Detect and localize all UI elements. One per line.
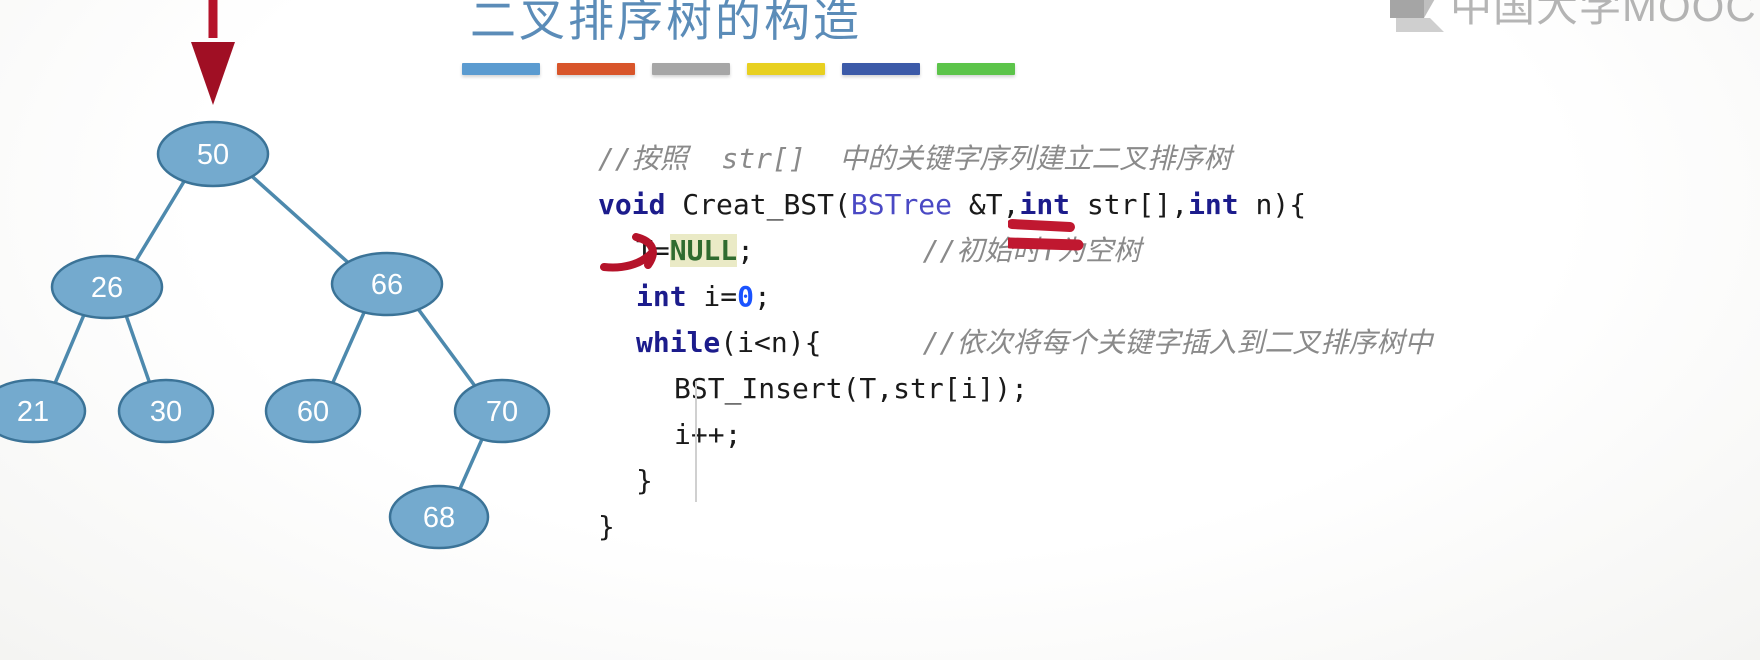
- right-arrow-annotation: [600, 233, 657, 272]
- tree-edge: [330, 308, 368, 386]
- mooc-watermark: 中国大学MOOC: [1390, 0, 1757, 32]
- tree-node-26: 26: [50, 254, 164, 320]
- code-token-lit: 0: [737, 280, 755, 313]
- rule-bar-4: [747, 63, 825, 75]
- code-token-plain: i=: [686, 280, 738, 313]
- rule-bar-5: [842, 63, 920, 75]
- tree-node-label: 60: [297, 396, 329, 428]
- tree-node-label: 66: [371, 269, 403, 301]
- cube-logo-icon: [1390, 0, 1444, 32]
- code-token-plain: i++;: [674, 418, 742, 451]
- code-block: //按照 str[] 中的关键字序列建立二叉排序树 void Creat_BST(…: [598, 136, 1432, 550]
- code-line: while(i<n){ //依次将每个关键字插入到二叉排序树中: [598, 320, 1432, 366]
- tree-node-50: 50: [156, 120, 270, 188]
- code-line: int i=0;: [598, 274, 1432, 320]
- tree-node-label: 68: [423, 502, 455, 534]
- tree-edge: [52, 311, 87, 386]
- tree-node-30: 30: [117, 378, 215, 444]
- code-token-plain: BST_Insert(T,str[i]);: [674, 372, 1029, 405]
- bst-tree-diagram: 50 26 66 21 30 60 70 68: [0, 0, 600, 660]
- tree-edge: [246, 170, 353, 268]
- code-token-plain: }: [598, 510, 615, 543]
- code-token-kw: int: [636, 280, 687, 313]
- code-token-plain: n){: [1238, 188, 1307, 221]
- tree-edge: [457, 435, 485, 492]
- tree-node-21: 21: [0, 378, 87, 444]
- double-underline-annotation: [1008, 219, 1084, 251]
- tree-edge: [123, 313, 152, 385]
- tree-node-68: 68: [388, 484, 490, 550]
- code-token-kw: while: [636, 326, 721, 359]
- code-token-plain: Creat_BST(: [665, 188, 851, 221]
- code-line: //按照 str[] 中的关键字序列建立二叉排序树: [598, 136, 1432, 182]
- tree-node-70: 70: [453, 378, 551, 444]
- code-token-plain: ;: [754, 280, 771, 313]
- code-token-kw: int: [1188, 188, 1239, 221]
- code-token-plain: (i<n){: [720, 326, 822, 359]
- code-token-type2: BSTree: [850, 188, 953, 221]
- code-token-plain: ;: [737, 234, 755, 267]
- tree-edge: [414, 304, 479, 390]
- tree-edge: [132, 176, 188, 265]
- tree-node-label: 30: [150, 396, 182, 428]
- code-token-plain: }: [636, 464, 653, 497]
- tree-edges: [52, 170, 485, 492]
- code-token-cmt: //按照 str[] 中的关键字序列建立二叉排序树: [598, 142, 1232, 175]
- tree-node-60: 60: [264, 378, 362, 444]
- tree-node-label: 70: [486, 396, 518, 428]
- slide-canvas: 中国大学MOOC 二叉排序树的构造 50 26 66 21 30 60 70 68 //按照 …: [0, 0, 1760, 660]
- bst-tree-svg: 50 26 66 21 30 60 70 68: [0, 120, 551, 550]
- code-line: i++;: [598, 412, 1432, 458]
- code-line: }: [598, 504, 1432, 550]
- watermark-text: 中国大学MOOC: [1450, 0, 1757, 30]
- code-token-cmt: //依次将每个关键字插入到二叉排序树中: [922, 326, 1433, 359]
- tree-node-label: 21: [17, 396, 49, 428]
- rule-bar-6: [937, 63, 1015, 75]
- tree-node-label: 26: [91, 272, 123, 304]
- tree-node-66: 66: [330, 251, 444, 317]
- code-line: BST_Insert(T,str[i]);: [598, 366, 1432, 412]
- rule-bar-3: [652, 63, 730, 75]
- tree-node-label: 50: [197, 139, 229, 171]
- code-token-kw: void: [598, 188, 666, 221]
- down-arrow-annotation: [191, 0, 235, 105]
- code-indent-guide: [695, 381, 697, 502]
- tree-nodes: 50 26 66 21 30 60 70 68: [0, 120, 551, 550]
- code-line: }: [598, 458, 1432, 504]
